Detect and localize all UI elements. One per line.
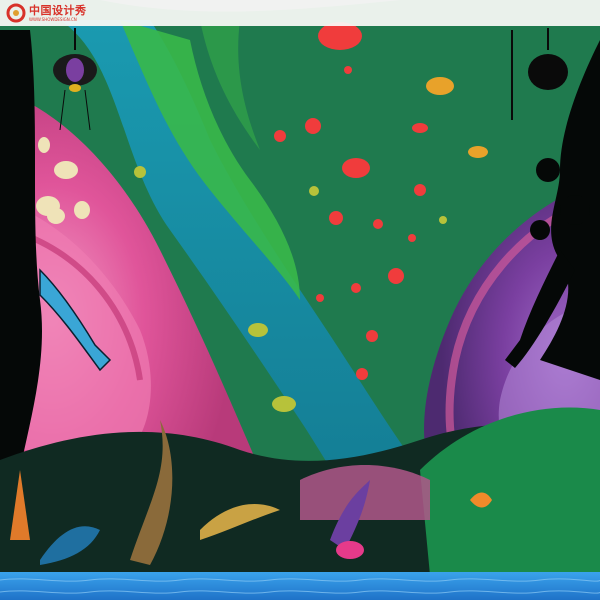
black-blob <box>536 158 560 182</box>
black-blob <box>530 220 550 240</box>
watermark-bar: 中国设计秀 WWW.SHOWDESIGN.CN <box>0 0 600 26</box>
water <box>0 572 600 600</box>
black-blob <box>560 195 590 225</box>
brand-url: WWW.SHOWDESIGN.CN <box>29 16 77 22</box>
brand-logo-icon <box>6 3 26 23</box>
artwork-canvas <box>0 0 600 600</box>
brand-name: 中国设计秀 <box>29 3 87 17</box>
site-logo: 中国设计秀 WWW.SHOWDESIGN.CN <box>6 2 87 24</box>
